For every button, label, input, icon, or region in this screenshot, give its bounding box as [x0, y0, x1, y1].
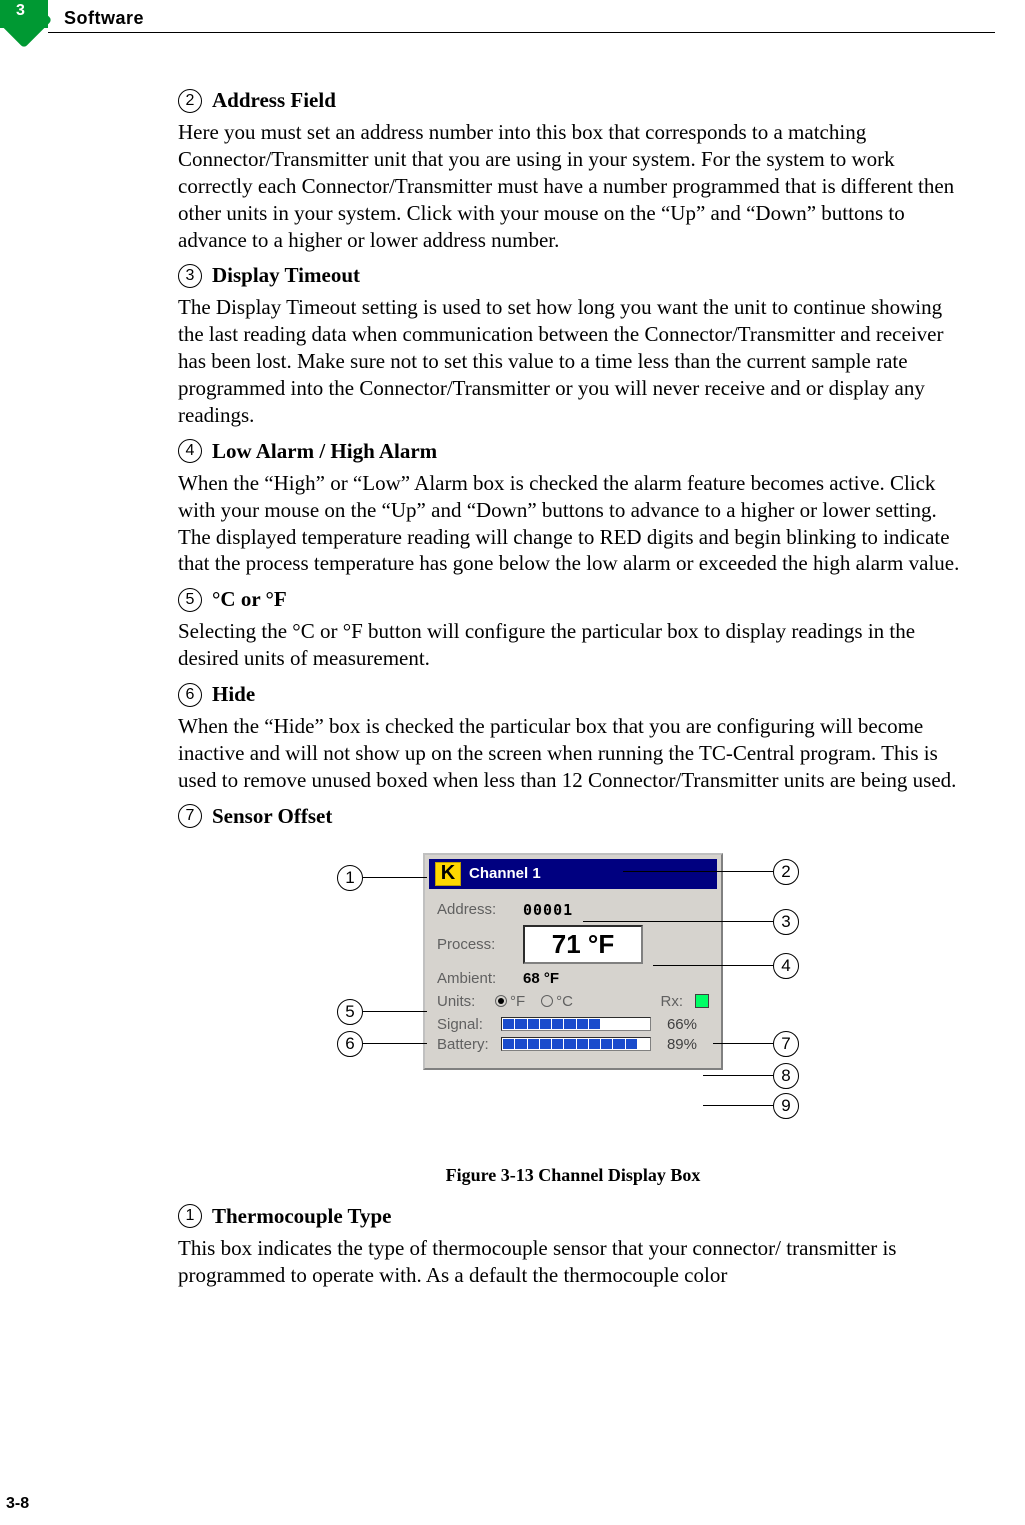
circled-number: 1 — [178, 1204, 202, 1228]
circled-number: 6 — [178, 683, 202, 707]
chapter-number: 3 — [16, 2, 25, 20]
heading-sensor-offset: 7 Sensor Offset — [178, 804, 968, 829]
heading-low-high-alarm: 4 Low Alarm / High Alarm — [178, 439, 968, 464]
callout-circle: 2 — [773, 859, 799, 885]
radio-dot-icon — [541, 995, 553, 1007]
heading-text: Display Timeout — [212, 263, 360, 288]
callout-circle: 4 — [773, 953, 799, 979]
process-label: Process: — [437, 936, 515, 953]
heading-text: Address Field — [212, 88, 336, 113]
ambient-label: Ambient: — [437, 970, 515, 987]
unit-f-label: °F — [510, 993, 525, 1010]
signal-pct: 66% — [657, 1016, 697, 1033]
callout-circle: 1 — [337, 865, 363, 891]
ambient-value: 68 °F — [523, 970, 559, 987]
heading-display-timeout: 3 Display Timeout — [178, 263, 968, 288]
callout-line — [363, 1011, 427, 1013]
callout-2: 2 — [623, 859, 799, 885]
circled-number: 5 — [178, 588, 202, 612]
battery-bar — [501, 1037, 651, 1051]
paragraph: When the “Hide” box is checked the parti… — [178, 713, 968, 794]
page-content: 2 Address Field Here you must set an add… — [178, 88, 968, 1298]
callout-3: 3 — [583, 909, 799, 935]
page-header: 3 Software — [0, 0, 1025, 48]
heading-text: Low Alarm / High Alarm — [212, 439, 437, 464]
callout-line — [653, 965, 773, 967]
battery-label: Battery: — [437, 1036, 495, 1053]
signal-label: Signal: — [437, 1016, 495, 1033]
callout-circle: 8 — [773, 1063, 799, 1089]
heading-address-field: 2 Address Field — [178, 88, 968, 113]
units-row: Units: °F °C Rx: — [437, 993, 709, 1010]
callout-circle: 7 — [773, 1031, 799, 1057]
rx-label: Rx: — [661, 993, 684, 1010]
heading-text: Hide — [212, 682, 255, 707]
paragraph: Here you must set an address number into… — [178, 119, 968, 253]
heading-hide: 6 Hide — [178, 682, 968, 707]
address-value: 00001 — [523, 901, 573, 919]
callout-6: 6 — [337, 1031, 427, 1057]
heading-text: Sensor Offset — [212, 804, 332, 829]
signal-row: Signal: 66% — [437, 1016, 709, 1033]
callout-circle: 3 — [773, 909, 799, 935]
callout-line — [703, 1105, 773, 1107]
callout-line — [583, 921, 773, 923]
unit-c-radio[interactable]: °C — [541, 993, 573, 1010]
header-rule — [48, 32, 995, 33]
callout-1: 1 — [337, 865, 427, 891]
callout-5: 5 — [337, 999, 427, 1025]
circled-number: 7 — [178, 804, 202, 828]
unit-c-label: °C — [556, 993, 573, 1010]
paragraph: Selecting the °C or °F button will confi… — [178, 618, 968, 672]
callout-circle: 5 — [337, 999, 363, 1025]
units-label: Units: — [437, 993, 487, 1010]
battery-row: Battery: 89% — [437, 1036, 709, 1053]
tc-type-badge: K — [435, 862, 461, 886]
figure-caption: Figure 3-13 Channel Display Box — [178, 1165, 968, 1186]
callout-line — [713, 1043, 773, 1045]
channel-title: Channel 1 — [469, 865, 541, 882]
circled-number: 3 — [178, 264, 202, 288]
callout-line — [363, 877, 427, 879]
paragraph: When the “High” or “Low” Alarm box is ch… — [178, 470, 968, 578]
section-title: Software — [64, 8, 144, 29]
heading-thermocouple-type: 1 Thermocouple Type — [178, 1204, 968, 1229]
callout-4: 4 — [653, 953, 799, 979]
battery-pct: 89% — [657, 1036, 697, 1053]
page-number: 3-8 — [6, 1495, 29, 1513]
callout-7: 7 — [713, 1031, 799, 1057]
paragraph: The Display Timeout setting is used to s… — [178, 294, 968, 428]
paragraph: This box indicates the type of thermocou… — [178, 1235, 968, 1289]
heading-text: °C or °F — [212, 587, 287, 612]
circled-number: 2 — [178, 89, 202, 113]
figure-channel-display-box: K Channel 1 Address: 00001 Process: 7 1 °… — [293, 853, 853, 1153]
heading-text: Thermocouple Type — [212, 1204, 391, 1229]
callout-circle: 9 — [773, 1093, 799, 1119]
address-label: Address: — [437, 901, 515, 918]
radio-dot-icon — [495, 995, 507, 1007]
callout-circle: 6 — [337, 1031, 363, 1057]
callout-line — [363, 1043, 427, 1045]
callout-line — [623, 871, 773, 873]
signal-bar — [501, 1017, 651, 1031]
circled-number: 4 — [178, 439, 202, 463]
heading-c-or-f: 5 °C or °F — [178, 587, 968, 612]
callout-9: 9 — [703, 1093, 799, 1119]
callout-8: 8 — [703, 1063, 799, 1089]
unit-f-radio[interactable]: °F — [495, 993, 525, 1010]
rx-indicator — [695, 994, 709, 1008]
callout-line — [703, 1075, 773, 1077]
